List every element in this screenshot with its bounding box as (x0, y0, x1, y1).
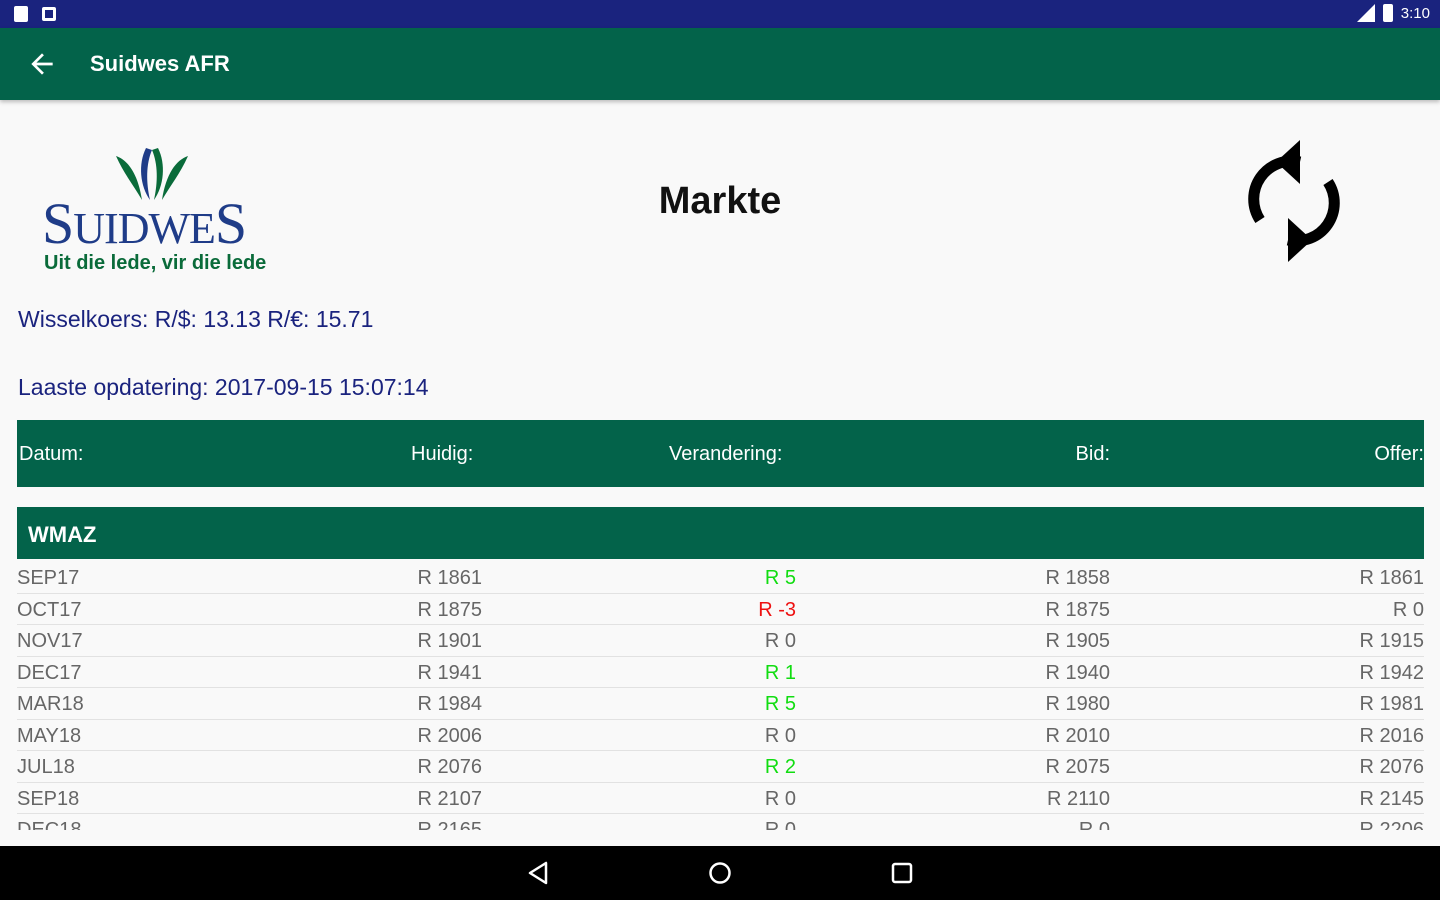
row-bid: R 2075 (1045, 756, 1111, 778)
row-current: R 1901 (417, 630, 483, 652)
navigation-bar (0, 846, 1440, 900)
row-change: R -3 (758, 598, 796, 621)
row-change: R 5 (764, 567, 796, 589)
screenshot-notification-icon (42, 7, 56, 21)
table-row[interactable]: SEP18 R 2107 R 0 R 2110 R 2145 (17, 783, 1425, 814)
row-change: R 0 (764, 787, 796, 810)
row-change: R 0 (764, 819, 796, 830)
row-current: R 1941 (417, 661, 483, 684)
table-header: Datum: Huidig: Verandering: Bid: Offer: (17, 420, 1424, 487)
notification-icons (14, 6, 56, 22)
row-offer: R 0 (1392, 598, 1424, 621)
row-date: DEC17 (17, 661, 82, 684)
row-offer: R 2076 (1359, 756, 1425, 778)
row-offer: R 2016 (1359, 724, 1425, 747)
signal-icon (1356, 4, 1375, 22)
row-date: NOV17 (17, 630, 83, 652)
row-bid: R 1858 (1045, 567, 1111, 589)
row-bid: R 2110 (1046, 787, 1110, 810)
status-bar: 3:10 (0, 0, 1440, 28)
row-bid: R 2010 (1045, 724, 1111, 747)
system-indicators: 3:10 (1356, 4, 1430, 22)
market-rows[interactable]: SEP17 R 1861 R 5 R 1858 R 1861 OCT17 R 1… (17, 562, 1424, 830)
row-current: R 2076 (417, 756, 483, 778)
row-change: R 1 (764, 661, 796, 684)
row-current: R 2165 (417, 819, 483, 830)
sd-card-icon (14, 6, 28, 22)
table-row[interactable]: NOV17 R 1901 R 0 R 1905 R 1915 (17, 625, 1424, 657)
row-offer: R 1981 (1359, 693, 1425, 715)
row-offer: R 2206 (1359, 819, 1425, 830)
table-row[interactable]: MAY18 R 2006 R 0 R 2010 R 2016 (17, 720, 1425, 751)
row-bid: R 1875 (1045, 598, 1111, 621)
row-offer: R 2145 (1359, 787, 1425, 810)
header-change: Verandering: (669, 443, 783, 465)
table-row[interactable]: SEP17 R 1861 R 5 R 1858 R 1861 (17, 562, 1424, 594)
row-bid: R 1905 (1045, 630, 1111, 652)
row-date: SEP18 (17, 787, 80, 810)
section-title: WMAZ (28, 522, 97, 547)
row-offer: R 1861 (1359, 567, 1425, 589)
row-date: JUL18 (17, 756, 75, 778)
header-offer: Offer: (1374, 443, 1424, 465)
table-row[interactable]: OCT17 R 1875 R -3 R 1875 R 0 (17, 594, 1424, 625)
table-row[interactable]: DEC18 R 2165 R 0 R 0 R 2206 (17, 814, 1424, 830)
status-time: 3:10 (1400, 4, 1430, 22)
row-offer: R 1915 (1359, 630, 1425, 652)
row-current: R 2006 (417, 724, 483, 747)
app-bar: Suidwes AFR (0, 28, 1440, 100)
row-current: R 1861 (417, 567, 483, 589)
refresh-icon[interactable] (1242, 140, 1346, 262)
row-current: R 1984 (417, 693, 483, 715)
triangle-back-icon[interactable] (526, 860, 552, 886)
row-current: R 1875 (417, 598, 483, 621)
circle-home-icon[interactable] (707, 860, 733, 886)
page-title: Markte (658, 180, 782, 222)
app-title: Suidwes AFR (90, 51, 230, 76)
table-row[interactable]: DEC17 R 1941 R 1 R 1940 R 1942 (17, 657, 1425, 688)
row-bid: R 1980 (1045, 693, 1111, 715)
last-update: Laaste opdatering: 2017-09-15 15:07:14 (18, 374, 429, 400)
header-current: Huidig: (411, 443, 474, 465)
row-change: R 2 (764, 756, 796, 778)
row-change: R 0 (764, 630, 796, 652)
table-row[interactable]: JUL18 R 2076 R 2 R 2075 R 2076 (17, 751, 1424, 783)
row-offer: R 1942 (1359, 661, 1425, 684)
square-recent-icon[interactable] (889, 860, 915, 886)
table-row[interactable]: MAR18 R 1984 R 5 R 1980 R 1981 (17, 688, 1424, 720)
row-date: SEP17 (17, 567, 80, 589)
header-bid: Bid: (1075, 443, 1110, 465)
row-change: R 0 (764, 724, 796, 747)
row-date: OCT17 (17, 598, 82, 621)
section-header-wmaz: WMAZ (17, 507, 1424, 559)
row-date: MAR18 (17, 693, 84, 715)
row-bid: R 0 (1078, 819, 1110, 830)
battery-icon (1382, 4, 1393, 22)
row-date: DEC18 (17, 819, 82, 830)
row-date: MAY18 (17, 724, 82, 747)
arrow-left-icon[interactable] (26, 48, 58, 80)
row-current: R 2107 (417, 787, 483, 810)
header-date: Datum: (19, 443, 84, 465)
row-change: R 5 (764, 693, 796, 715)
logo-tagline: Uit die lede, vir die lede (44, 252, 267, 274)
row-bid: R 1940 (1045, 661, 1111, 684)
exchange-rate: Wisselkoers: R/$: 13.13 R/€: 15.71 (18, 306, 374, 332)
